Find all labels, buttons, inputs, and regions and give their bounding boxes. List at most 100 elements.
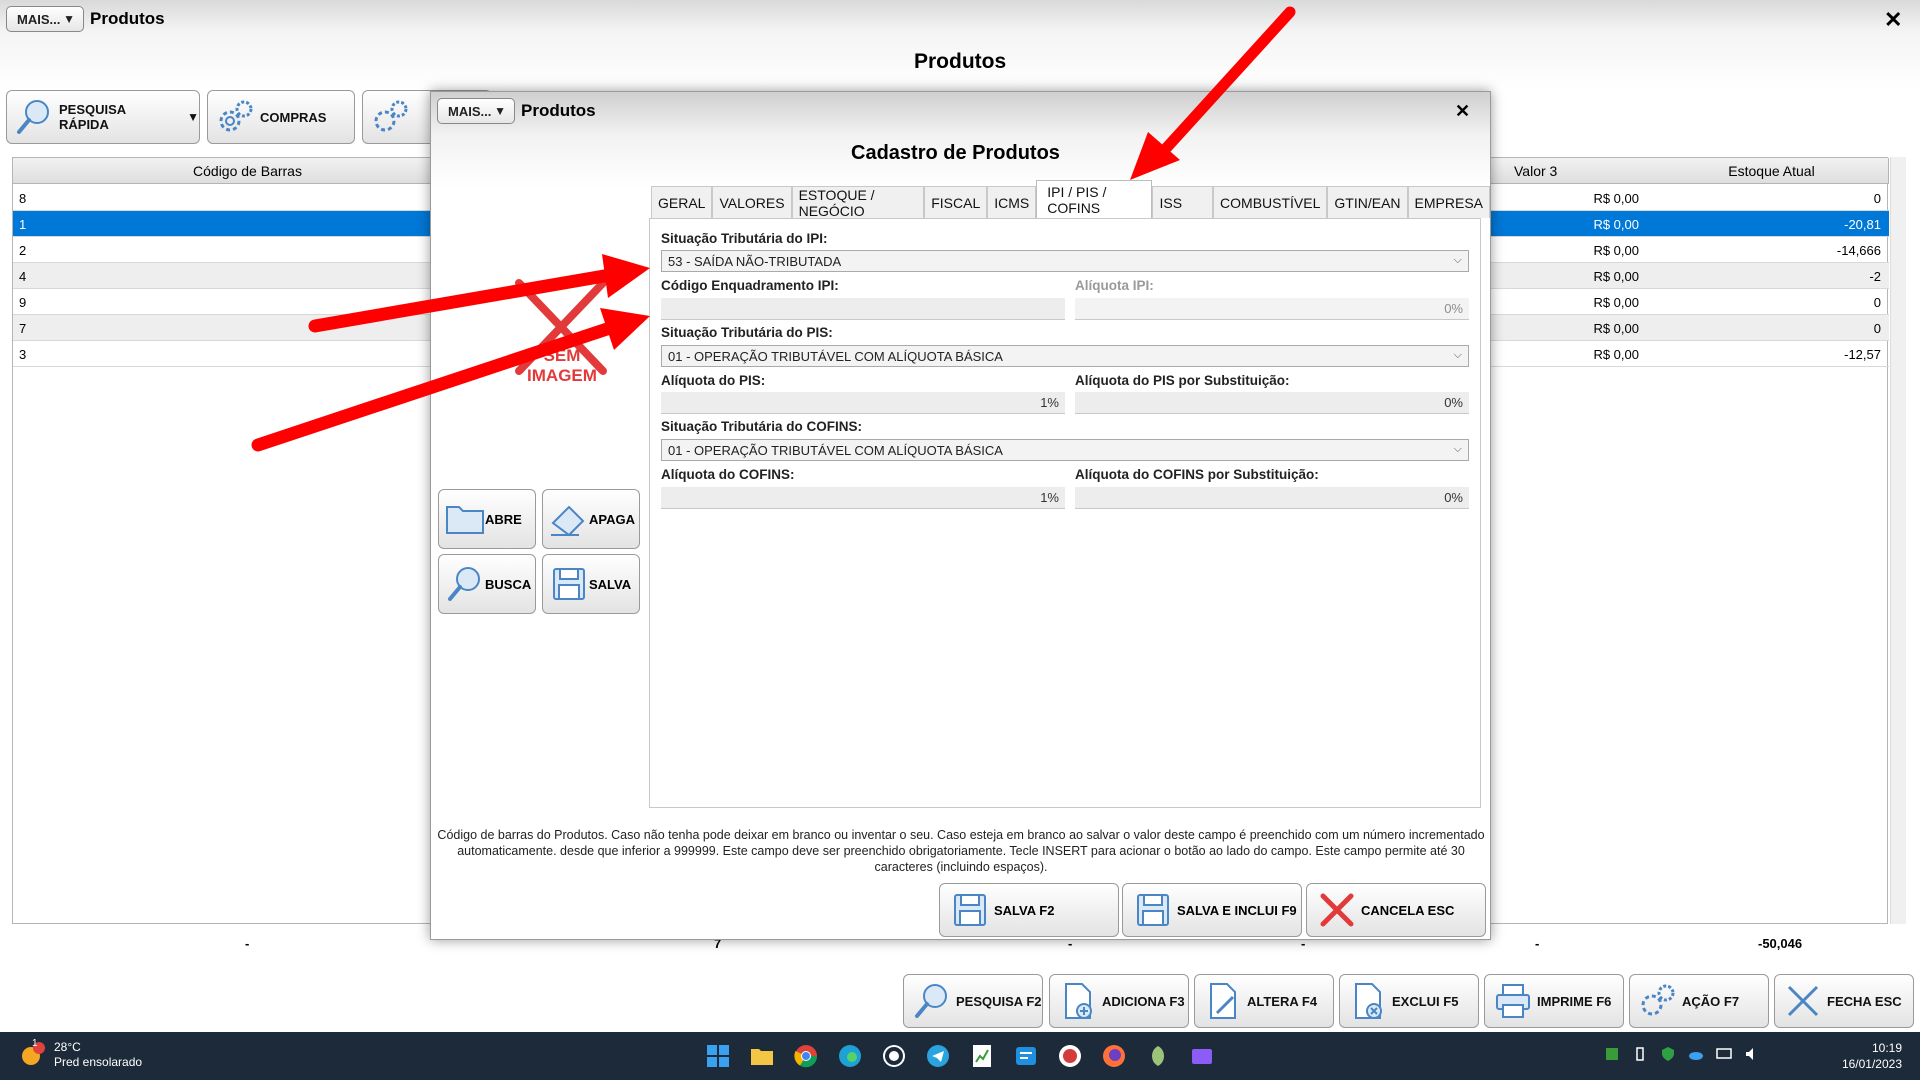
abre-button[interactable]: ABRE	[438, 489, 536, 549]
tab-geral[interactable]: GERAL	[651, 186, 713, 218]
adiciona-f3-button[interactable]: ADICIONA F3	[1049, 974, 1189, 1028]
aliq-cofins-sub-input[interactable]: 0%	[1075, 487, 1469, 509]
spreadsheet-icon[interactable]	[964, 1038, 1000, 1074]
aliq-ipi-input: 0%	[1075, 298, 1469, 320]
aliq-pis-sub-label: Alíquota do PIS por Substituição:	[1075, 373, 1290, 388]
grid-scrollbar[interactable]	[1890, 157, 1906, 924]
sit-ipi-select[interactable]: 53 - SAÍDA NÃO-TRIBUTADA ⌵	[661, 250, 1469, 272]
cell-estoque: -20,81	[1844, 216, 1881, 232]
fecha-esc-button[interactable]: FECHA ESC	[1774, 974, 1914, 1028]
cell-valor3: R$ 0,00	[1593, 216, 1639, 232]
column-header-estoque-atual[interactable]: Estoque Atual	[1655, 158, 1889, 184]
cancel-icon	[1315, 888, 1359, 932]
tab-fiscal[interactable]: FISCAL	[924, 186, 988, 218]
chevron-down-icon: ⌵	[1453, 254, 1462, 266]
app-red-icon[interactable]	[1052, 1038, 1088, 1074]
no-image-text-2: IMAGEM	[527, 366, 597, 385]
volume-icon[interactable]	[1744, 1046, 1760, 1062]
salva-f2-label: SALVA F2	[994, 902, 1055, 918]
main-window-title: Produtos	[90, 9, 165, 28]
pesquisa-f2-button[interactable]: PESQUISA F2	[903, 974, 1043, 1028]
weather-desc: Pred ensolarado	[54, 1055, 143, 1069]
tab-valores[interactable]: VALORES	[712, 186, 792, 218]
cod-enq-ipi-input[interactable]	[661, 298, 1065, 320]
dialog-mais-label: MAIS...	[448, 103, 492, 119]
dialog-mais-dropdown[interactable]: MAIS... ▼	[437, 98, 515, 124]
app-purple-icon[interactable]	[1184, 1038, 1220, 1074]
cancela-esc-button[interactable]: CANCELA ESC	[1306, 883, 1486, 937]
sit-cofins-select[interactable]: 01 - OPERAÇÃO TRIBUTÁVEL COM ALÍQUOTA BÁ…	[661, 439, 1469, 461]
gear-icon	[216, 97, 256, 137]
tab-gtin-ean[interactable]: GTIN/EAN	[1327, 186, 1408, 218]
tab-estoque-negocio[interactable]: ESTOQUE / NEGÓCIO	[791, 186, 925, 219]
search-icon	[910, 979, 954, 1023]
add-document-icon	[1056, 979, 1100, 1023]
dialog-window-title: Produtos	[521, 101, 596, 120]
busca-button[interactable]: BUSCA	[438, 554, 536, 614]
exclui-f5-label: EXCLUI F5	[1392, 993, 1459, 1009]
system-clock[interactable]: 10:19 16/01/2023	[1842, 1040, 1902, 1072]
cell-estoque: -12,57	[1844, 346, 1881, 362]
edge-icon[interactable]	[832, 1038, 868, 1074]
pesquisa-rapida-button[interactable]: PESQUISA RÁPIDA ▼	[6, 90, 200, 144]
pesquisa-rapida-label: PESQUISA RÁPIDA	[59, 102, 126, 132]
weather-widget[interactable]: 1 28°C Pred ensolarado	[18, 1038, 143, 1070]
salva-label: SALVA	[589, 576, 632, 592]
chrome-icon[interactable]	[788, 1038, 824, 1074]
tray-app-icon[interactable]	[1604, 1046, 1620, 1062]
salva-inclui-f9-button[interactable]: SALVA E INCLUI F9	[1122, 883, 1302, 937]
search-icon	[15, 97, 55, 137]
security-icon[interactable]	[1660, 1046, 1676, 1062]
dialog-close-icon[interactable]: ✕	[1455, 101, 1470, 122]
usb-icon[interactable]	[1632, 1046, 1648, 1062]
main-mais-dropdown[interactable]: MAIS... ▼	[6, 6, 84, 32]
aliq-pis-sub-input[interactable]: 0%	[1075, 392, 1469, 414]
compras-button[interactable]: COMPRAS	[207, 90, 355, 144]
weather-badge: 1	[32, 1038, 38, 1049]
firefox-icon[interactable]	[1096, 1038, 1132, 1074]
tab-combustivel[interactable]: COMBUSTÍVEL	[1213, 186, 1328, 218]
tab-iss[interactable]: ISS	[1152, 186, 1214, 218]
aliq-cofins-input[interactable]: 1%	[661, 487, 1065, 509]
file-explorer-icon[interactable]	[744, 1038, 780, 1074]
pesquisa-f2-label: PESQUISA F2	[956, 993, 1042, 1009]
cell-codigo: 8	[19, 190, 27, 206]
telegram-icon[interactable]	[920, 1038, 956, 1074]
cod-enq-ipi-label: Código Enquadramento IPI:	[661, 278, 839, 293]
app-green-icon[interactable]	[1140, 1038, 1176, 1074]
acao-f7-button[interactable]: AÇÃO F7	[1629, 974, 1769, 1028]
busca-label: BUSCA	[485, 576, 532, 592]
network-icon[interactable]	[1716, 1046, 1732, 1062]
tab-icms[interactable]: ICMS	[987, 186, 1037, 218]
sit-pis-label: Situação Tributária do PIS:	[661, 325, 833, 340]
windows-start-icon[interactable]	[700, 1038, 736, 1074]
altera-f4-label: ALTERA F4	[1247, 993, 1318, 1009]
salva-f2-button[interactable]: SALVA F2	[939, 883, 1119, 937]
tab-empresa[interactable]: EMPRESA	[1407, 186, 1490, 218]
main-mais-label: MAIS...	[17, 11, 61, 27]
aliq-pis-label: Alíquota do PIS:	[661, 373, 766, 388]
sit-cofins-label: Situação Tributária do COFINS:	[661, 419, 863, 434]
main-close-icon[interactable]: ✕	[1884, 7, 1902, 33]
column-header-codigo-barras[interactable]: Código de Barras	[13, 158, 483, 184]
exclui-f5-button[interactable]: EXCLUI F5	[1339, 974, 1479, 1028]
cloud-icon[interactable]	[1688, 1046, 1704, 1062]
imprime-f6-button[interactable]: IMPRIME F6	[1484, 974, 1624, 1028]
aliq-pis-input[interactable]: 1%	[661, 392, 1065, 414]
acao-f7-label: AÇÃO F7	[1682, 993, 1740, 1009]
cell-valor3: R$ 0,00	[1593, 190, 1639, 206]
altera-f4-button[interactable]: ALTERA F4	[1194, 974, 1334, 1028]
cadastro-produtos-dialog: MAIS... ▼ Produtos ✕ Cadastro de Produto…	[430, 91, 1491, 940]
salva-button[interactable]: SALVA	[542, 554, 640, 614]
sit-pis-select[interactable]: 01 - OPERAÇÃO TRIBUTÁVEL COM ALÍQUOTA BÁ…	[661, 345, 1469, 367]
chevron-down-icon: ▼	[187, 110, 199, 124]
whatsapp-icon[interactable]	[876, 1038, 912, 1074]
cell-estoque: 0	[1873, 320, 1881, 336]
save-icon	[948, 888, 992, 932]
help-text: Código de barras do Produtos. Caso não t…	[437, 828, 1485, 874]
cell-valor3: R$ 0,00	[1593, 242, 1639, 258]
cell-valor3: R$ 0,00	[1593, 294, 1639, 310]
tab-ipi-pis-cofins[interactable]: IPI / PIS / COFINS	[1036, 180, 1153, 218]
app-blue-icon[interactable]	[1008, 1038, 1044, 1074]
apaga-button[interactable]: APAGA	[542, 489, 640, 549]
